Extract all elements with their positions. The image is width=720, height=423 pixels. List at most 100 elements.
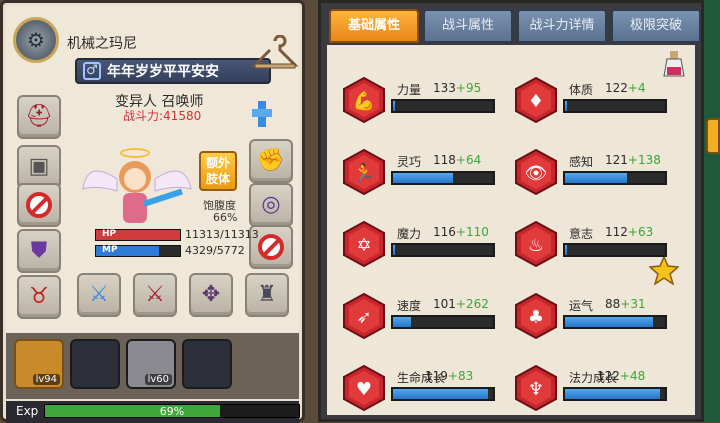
sword-slot[interactable]: ⚔ <box>77 273 121 317</box>
lantern-slot[interactable]: ♜ <box>245 273 289 317</box>
totem-icon[interactable] <box>249 99 275 129</box>
hanger-icon[interactable] <box>251 35 299 75</box>
stat-progress-bar <box>563 243 667 257</box>
collar-slot[interactable]: ◎ <box>249 183 293 227</box>
svg-text:♥: ♥ <box>356 379 372 400</box>
pet-slot-2[interactable] <box>70 339 120 389</box>
forbidden-icon <box>26 192 52 218</box>
svg-text:➶: ➶ <box>356 307 371 328</box>
player-name: 年年岁岁平平安安 <box>107 64 219 80</box>
heart-icon: ♥ <box>343 365 385 411</box>
stat-progress-fill <box>565 245 567 255</box>
stat-name: 体质 <box>569 83 594 97</box>
exp-value: 69% <box>159 405 185 418</box>
stat-progress-bar <box>391 99 495 113</box>
stat-card: ♨ 意志 112+63 <box>507 217 677 273</box>
pet-level: lv94 <box>32 374 60 385</box>
stat-value: 116+110 <box>433 225 489 239</box>
svg-text:🏃: 🏃 <box>353 162 375 184</box>
stat-bonus-value: +4 <box>627 81 646 95</box>
mp-value: 4329/5772 <box>185 244 245 257</box>
combat-power-value: 41580 <box>163 109 202 123</box>
hp-bar: HP <box>95 229 181 241</box>
hp-value: 11313/11313 <box>185 228 259 241</box>
exp-bar: 69% <box>44 404 300 418</box>
guild-emblem-icon[interactable]: ⚙ <box>13 17 59 63</box>
hexagram-icon: ✡ <box>343 221 385 267</box>
helmet-slot[interactable]: ⛑ <box>17 95 61 139</box>
gauntlet-icon: ✊ <box>257 148 285 173</box>
stat-base-value: 122 <box>605 81 628 95</box>
stat-progress-bar <box>563 315 667 329</box>
mp-bar: MP <box>95 245 181 257</box>
stat-card: 🏃 灵巧 118+64 <box>335 145 505 201</box>
male-gender-icon: ♂ <box>83 62 101 80</box>
gauntlet-slot[interactable]: ✊ <box>249 139 293 183</box>
stat-progress-fill <box>393 173 453 183</box>
attributes-panel: 基础属性 战斗属性 战斗力详情 极限突破 💪 力量 133+95 ♦ 体质 122+4 🏃 灵… <box>318 0 704 422</box>
extra-limb-button[interactable]: 额外 肢体 <box>199 151 237 191</box>
svg-text:♦: ♦ <box>528 91 544 112</box>
tab-bar: 基础属性 战斗属性 战斗力详情 极限突破 <box>327 9 701 45</box>
mana-figure-icon: ♆ <box>515 365 557 411</box>
extra-limb-label: 额外 肢体 <box>205 156 230 186</box>
tab-power-details[interactable]: 战斗力详情 <box>517 9 607 43</box>
flame-head-icon: ♨ <box>515 221 557 267</box>
pet-slot-4[interactable] <box>182 339 232 389</box>
stat-bonus-value: +95 <box>455 81 482 95</box>
player-name-bar: ♂ 年年岁岁平平安安 <box>75 58 271 84</box>
stat-name: 意志 <box>569 227 594 241</box>
mask-icon: ▣ <box>28 154 50 179</box>
stat-progress-bar <box>563 99 667 113</box>
tab-limit-break[interactable]: 极限突破 <box>611 9 701 43</box>
stat-name: 灵巧 <box>397 155 422 169</box>
stat-base-value: 101 <box>433 297 456 311</box>
combat-power-label: 战斗力: <box>123 109 164 123</box>
demon-mask-icon: ♉ <box>29 284 49 309</box>
cannon-icon: ✥ <box>201 282 221 307</box>
clover-icon: ♣ <box>515 293 557 339</box>
character-panel: ⚙ 机械之玛尼 ♂ 年年岁岁平平安安 变异人 召唤师 战斗力:41580 ⛑ ▣… <box>0 0 305 423</box>
lantern-icon: ♜ <box>257 282 277 307</box>
stat-progress-fill <box>393 389 488 399</box>
tab-combat-attributes[interactable]: 战斗属性 <box>423 9 513 43</box>
forbidden-slot-left[interactable] <box>17 183 61 227</box>
stat-card: ➶ 速度 101+262 <box>335 289 505 345</box>
stat-bonus-value: +138 <box>627 153 661 167</box>
side-expand-tab[interactable] <box>706 118 720 154</box>
stat-progress-bar <box>391 387 495 401</box>
stat-progress-bar <box>563 171 667 185</box>
stat-name: 速度 <box>397 299 422 313</box>
blade-slot[interactable]: ⚔ <box>133 273 177 317</box>
stat-value: 112+63 <box>605 225 653 239</box>
stat-progress-fill <box>565 389 660 399</box>
cannon-slot[interactable]: ✥ <box>189 273 233 317</box>
stat-value: 118+64 <box>433 153 481 167</box>
svg-text:♨: ♨ <box>528 235 544 256</box>
stat-bonus-value: +110 <box>455 225 489 239</box>
stat-bonus-value: +31 <box>620 297 646 311</box>
stat-base-value: 121 <box>605 153 628 167</box>
pet-slot-3[interactable]: lv60 <box>126 339 176 389</box>
cloak-slot[interactable]: ⛊ <box>17 229 61 273</box>
demon-mask-slot[interactable]: ♉ <box>17 275 61 319</box>
torso-icon: ♦ <box>515 77 557 123</box>
stat-base-value: 119 <box>425 369 448 383</box>
stat-base-value: 116 <box>433 225 456 239</box>
stat-bonus-value: +48 <box>619 369 646 383</box>
combat-power: 战斗力:41580 <box>123 107 201 124</box>
stat-name: 力量 <box>397 83 422 97</box>
stat-base-value: 88 <box>605 297 621 311</box>
stat-progress-bar <box>391 171 495 185</box>
stat-card: ♥ 生命成长 119+83 <box>335 361 505 417</box>
map-edge <box>704 0 720 422</box>
stat-progress-fill <box>393 101 395 111</box>
stat-value: 122+48 <box>597 369 645 383</box>
arm-icon: 💪 <box>343 77 385 123</box>
stat-bonus-value: +63 <box>627 225 654 239</box>
stat-name: 运气 <box>569 299 594 313</box>
exp-row: Exp 69% <box>6 401 300 423</box>
stat-progress-fill <box>565 317 653 327</box>
pet-slot-1[interactable]: lv94 <box>14 339 64 389</box>
tab-basic-attributes[interactable]: 基础属性 <box>329 9 419 43</box>
